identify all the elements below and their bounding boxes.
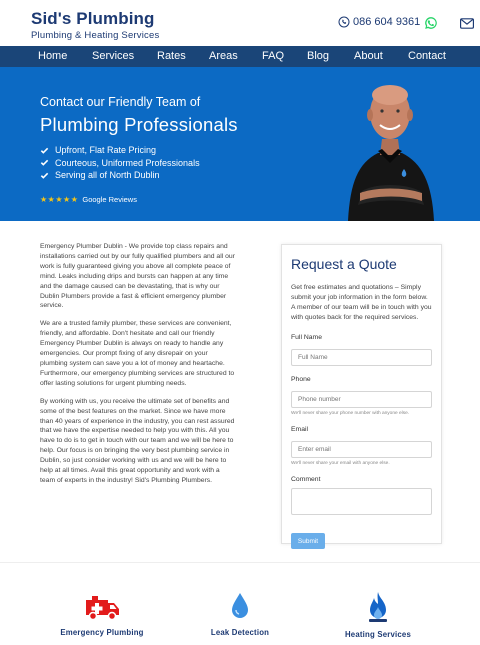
quote-form: Request a Quote Get free estimates and q… (281, 244, 442, 550)
comment-label: Comment (291, 475, 321, 483)
star-rating: ★★★★★ (40, 195, 79, 204)
nav-areas[interactable]: Areas (209, 46, 238, 67)
email-help-text: We'll never share your email with anyone… (291, 460, 390, 466)
benefit-item: Upfront, Flat Rate Pricing (40, 144, 200, 157)
intro-text: Emergency Plumber Dublin - We provide to… (40, 242, 235, 494)
service-label: Emergency Plumbing (60, 628, 144, 637)
flame-icon (369, 592, 387, 622)
phone-link[interactable]: 086 604 9361 (338, 16, 420, 28)
nav-blog[interactable]: Blog (307, 46, 329, 67)
email-input[interactable] (291, 440, 432, 458)
hero-heading: Plumbing Professionals (40, 114, 238, 135)
quote-form-title: Request a Quote (291, 256, 397, 272)
comment-group: Comment (291, 476, 432, 520)
benefit-label: Serving all of North Dublin (55, 170, 160, 180)
phone-group: Phone We'll never share your phone numbe… (291, 376, 432, 416)
phone-input[interactable] (291, 390, 432, 408)
site-header: Sid's Plumbing Plumbing & Heating Servic… (0, 0, 480, 46)
paragraph: By working with us, you receive the ulti… (40, 397, 235, 484)
phone-label: Phone (291, 375, 311, 383)
plumber-photo (348, 85, 434, 221)
service-emergency-plumbing[interactable]: Emergency Plumbing (42, 591, 162, 637)
phone-icon (338, 16, 350, 28)
service-heating-services[interactable]: Heating Services (318, 591, 438, 639)
hero-benefits-list: Upfront, Flat Rate Pricing Courteous, Un… (40, 144, 200, 182)
nav-faq[interactable]: FAQ (262, 46, 284, 67)
nav-contact[interactable]: Contact (408, 46, 446, 67)
water-drop-icon (232, 593, 248, 618)
paragraph: We are a trusted family plumber, these s… (40, 320, 235, 387)
benefit-item: Serving all of North Dublin (40, 169, 200, 182)
full-name-group: Full Name (291, 334, 432, 366)
quote-form-description: Get free estimates and quotations – Simp… (291, 284, 432, 321)
services-strip: Emergency Plumbing Leak Detection Heatin… (0, 562, 480, 645)
phone-number: 086 604 9361 (353, 16, 421, 28)
service-leak-detection[interactable]: Leak Detection (180, 591, 300, 637)
full-name-label: Full Name (291, 333, 322, 341)
service-label: Leak Detection (210, 628, 270, 637)
submit-button[interactable]: Submit (291, 533, 325, 550)
nav-home[interactable]: Home (38, 46, 67, 67)
email-label: Email (291, 425, 308, 433)
mail-icon[interactable] (460, 18, 474, 29)
paragraph: Emergency Plumber Dublin - We provide to… (40, 243, 235, 310)
whatsapp-icon[interactable] (424, 16, 438, 30)
logo-title: Sid's Plumbing (31, 9, 155, 28)
benefit-label: Courteous, Uniformed Professionals (55, 157, 200, 168)
email-group: Email We'll never share your email with … (291, 426, 432, 466)
logo-subtitle: Plumbing & Heating Services (31, 30, 160, 41)
reviews-label: Google Reviews (82, 195, 137, 204)
nav-about[interactable]: About (354, 46, 383, 67)
service-label: Heating Services (344, 630, 412, 639)
full-name-input[interactable] (291, 348, 432, 366)
benefit-label: Upfront, Flat Rate Pricing (55, 145, 157, 155)
check-icon (40, 172, 49, 179)
nav-services[interactable]: Services (92, 46, 134, 67)
hero-subheading: Contact our Friendly Team of (40, 95, 201, 109)
benefit-item: Courteous, Uniformed Professionals (40, 157, 200, 170)
nav-rates[interactable]: Rates (157, 46, 186, 67)
hero-banner: Contact our Friendly Team of Plumbing Pr… (0, 67, 480, 221)
check-icon (40, 160, 49, 167)
logo[interactable]: Sid's Plumbing Plumbing & Heating Servic… (31, 9, 160, 42)
phone-help-text: We'll never share your phone number with… (291, 410, 410, 416)
comment-textarea[interactable] (291, 487, 432, 515)
google-reviews[interactable]: ★★★★★ Google Reviews (40, 195, 137, 204)
main-nav: Home Services Rates Areas FAQ Blog About… (0, 46, 480, 67)
check-icon (40, 147, 49, 154)
ambulance-icon (86, 596, 119, 621)
